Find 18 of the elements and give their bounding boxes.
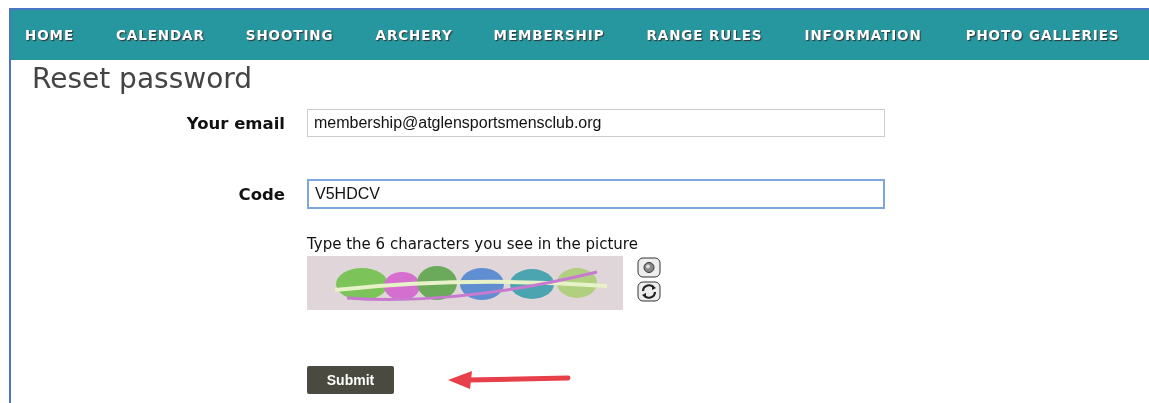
nav-link[interactable]: CALENDAR [116, 27, 205, 43]
field-label: Code [238, 184, 285, 204]
nav-link[interactable]: INFORMATION [804, 27, 922, 43]
submit-button[interactable]: Submit [307, 366, 394, 394]
arrow-icon [448, 370, 572, 390]
nav-link[interactable]: HOME [25, 27, 75, 43]
nav-link[interactable]: ARCHERY [375, 27, 453, 43]
input-field[interactable]: V5HDCV [307, 179, 885, 209]
nav-link[interactable]: MEMBERSHIP [493, 27, 605, 43]
nav-link[interactable]: PHOTO GALLERIES [965, 27, 1120, 43]
nav-link[interactable]: RANGE RULES [646, 27, 763, 43]
input-field[interactable]: membership@atglensportsmensclub.org [307, 109, 885, 137]
nav-link[interactable]: SHOOTING [245, 27, 334, 43]
captcha-hint: Type the 6 characters you see in the picture [307, 235, 639, 253]
speaker-icon[interactable] [637, 257, 661, 278]
field-label: Your email [186, 113, 285, 133]
page-title: Reset password [32, 62, 253, 95]
refresh-icon[interactable] [637, 281, 661, 302]
